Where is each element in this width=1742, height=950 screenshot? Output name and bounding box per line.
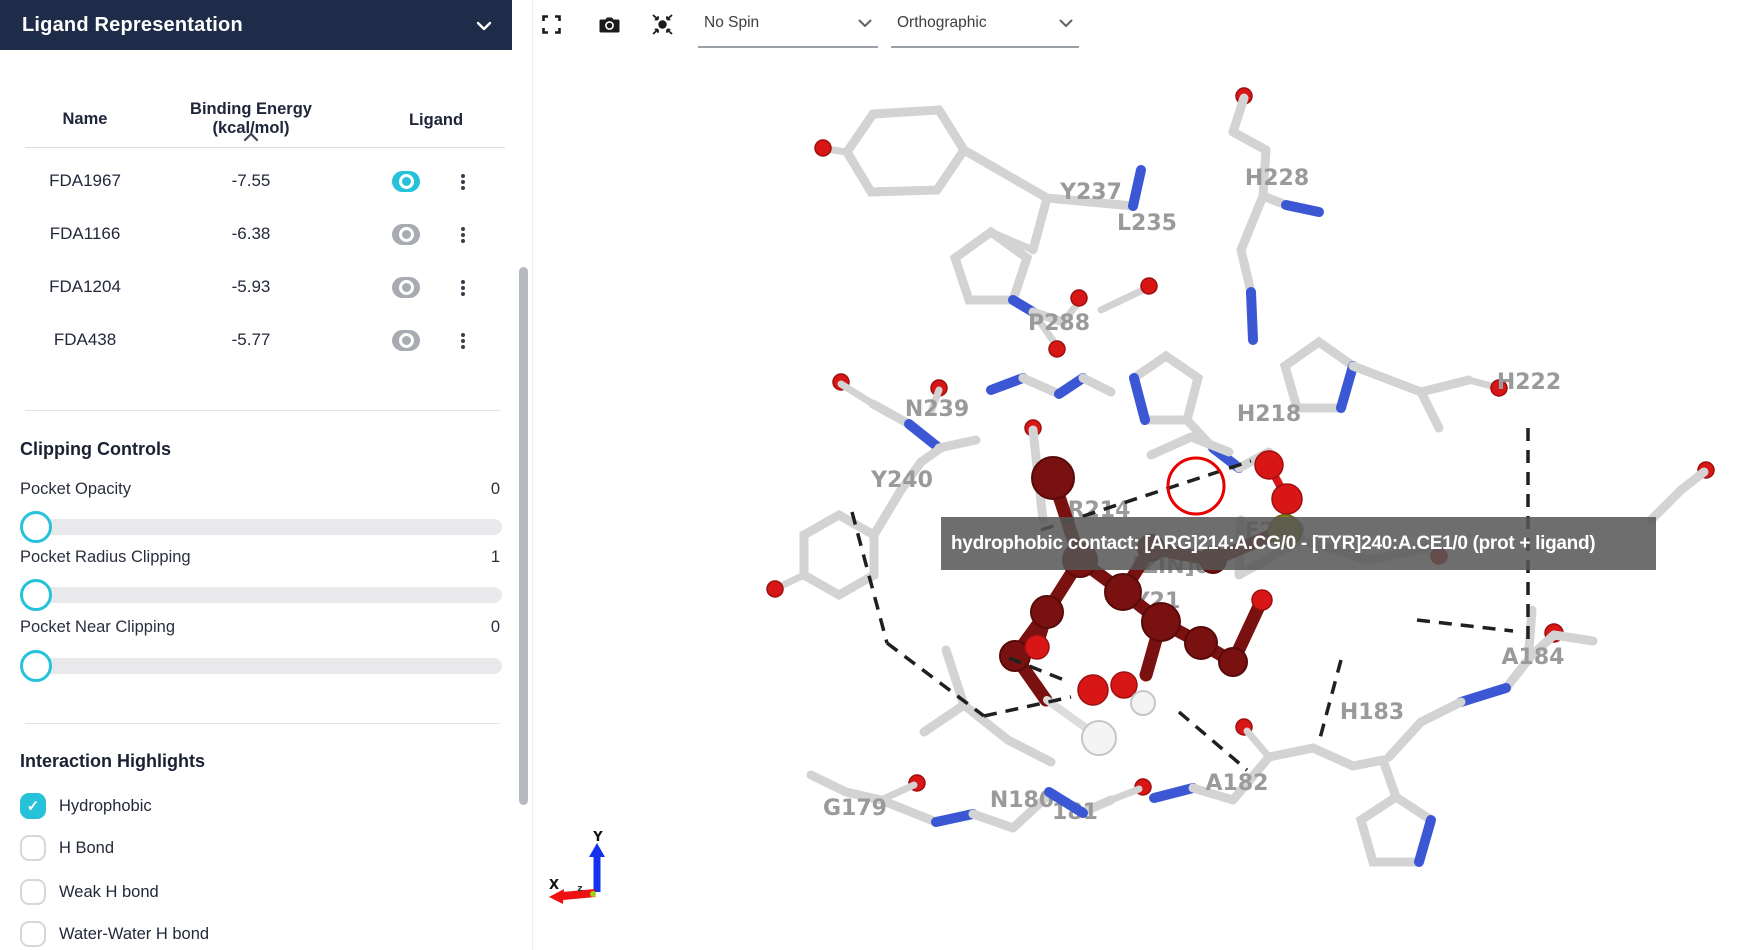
projection-select-value: Orthographic bbox=[897, 14, 987, 32]
residue-label: H218 bbox=[1237, 402, 1301, 427]
pocket-radius-clipping-value: 1 bbox=[440, 548, 500, 567]
column-header-name[interactable]: Name bbox=[20, 110, 150, 129]
row-menu-button[interactable] bbox=[454, 326, 472, 356]
pocket-near-clipping-value: 0 bbox=[440, 618, 500, 637]
water-water-h-bond-option[interactable]: Water-Water H bond bbox=[20, 921, 209, 947]
ligand-visibility-toggle[interactable] bbox=[392, 277, 420, 298]
sidebar-scrollbar[interactable] bbox=[519, 267, 528, 805]
axis-y-label: Y bbox=[592, 830, 603, 845]
center-view-icon bbox=[650, 13, 675, 36]
checkbox-unchecked-icon[interactable] bbox=[20, 835, 46, 861]
checkbox-unchecked-icon[interactable] bbox=[20, 879, 46, 905]
residue-label: A184 bbox=[1502, 645, 1565, 670]
pocket-near-clipping-slider[interactable] bbox=[20, 658, 502, 674]
option-label: Water-Water H bond bbox=[59, 925, 209, 944]
table-header-divider bbox=[25, 147, 505, 148]
axis-x-label: X bbox=[549, 878, 559, 893]
chevron-down-icon bbox=[1059, 19, 1073, 28]
ligand-visibility-toggle[interactable] bbox=[392, 224, 420, 245]
slider-thumb[interactable] bbox=[20, 579, 52, 611]
residue-label: N239 bbox=[905, 397, 969, 422]
pocket-opacity-label: Pocket Opacity bbox=[20, 480, 131, 499]
residue-label: P288 bbox=[1028, 311, 1090, 336]
option-label: H Bond bbox=[59, 839, 114, 858]
eye-icon bbox=[399, 174, 414, 189]
binding-energy-value: -5.77 bbox=[150, 330, 352, 350]
kebab-menu-icon bbox=[461, 233, 465, 237]
residue-label: L235 bbox=[1117, 211, 1177, 236]
projection-select[interactable]: Orthographic bbox=[891, 8, 1079, 48]
weak-h-bond-option[interactable]: Weak H bond bbox=[20, 879, 159, 905]
checkbox-checked-icon[interactable]: ✓ bbox=[20, 793, 46, 819]
column-header-ligand: Ligand bbox=[396, 111, 476, 130]
residue-label: Y240 bbox=[870, 468, 933, 493]
ligand-name: FDA1204 bbox=[20, 277, 150, 297]
row-menu-button[interactable] bbox=[454, 167, 472, 197]
fullscreen-button[interactable] bbox=[536, 10, 566, 38]
section-divider bbox=[25, 410, 500, 411]
residue-label: Y237 bbox=[1059, 180, 1122, 205]
eye-icon bbox=[399, 333, 414, 348]
viewer-toolbar: No Spin Orthographic bbox=[533, 0, 1742, 52]
spin-select[interactable]: No Spin bbox=[698, 8, 878, 48]
checkbox-unchecked-icon[interactable] bbox=[20, 921, 46, 947]
ligand-name: FDA1967 bbox=[20, 171, 150, 191]
camera-icon bbox=[599, 16, 620, 33]
panel-title: Ligand Representation bbox=[22, 14, 243, 37]
binding-energy-value: -7.55 bbox=[150, 171, 352, 191]
slider-thumb[interactable] bbox=[20, 650, 52, 682]
app-root: Ligand Representation Name Binding Energ… bbox=[0, 0, 1742, 950]
sidebar: Ligand Representation Name Binding Energ… bbox=[0, 0, 532, 950]
residue-label: H222 bbox=[1497, 370, 1561, 395]
eye-icon bbox=[399, 227, 414, 242]
ligand-name: FDA438 bbox=[20, 330, 150, 350]
molecule-canvas[interactable]: Y237 L235 H228 P288 N239 H218 H222 Y240 … bbox=[533, 0, 1742, 950]
eye-icon bbox=[399, 280, 414, 295]
molecule-viewer[interactable]: No Spin Orthographic bbox=[532, 0, 1742, 950]
axis-z-label: z bbox=[577, 884, 582, 894]
pocket-opacity-slider[interactable] bbox=[20, 519, 502, 535]
residue-label: H228 bbox=[1245, 166, 1309, 191]
h-bond-option[interactable]: H Bond bbox=[20, 835, 114, 861]
interaction-tooltip: hydrophobic contact: [ARG]214:A.CG/0 - [… bbox=[941, 517, 1656, 570]
row-menu-button[interactable] bbox=[454, 273, 472, 303]
pocket-near-clipping-label: Pocket Near Clipping bbox=[20, 618, 175, 637]
hydrophobic-option[interactable]: ✓ Hydrophobic bbox=[20, 793, 152, 819]
binding-energy-value: -5.93 bbox=[150, 277, 352, 297]
ligand-visibility-toggle[interactable] bbox=[392, 330, 420, 351]
screenshot-button[interactable] bbox=[594, 10, 624, 38]
option-label: Hydrophobic bbox=[59, 797, 152, 816]
row-menu-button[interactable] bbox=[454, 220, 472, 250]
kebab-menu-icon bbox=[461, 180, 465, 184]
residue-label: A182 bbox=[1206, 771, 1269, 796]
pocket-radius-clipping-slider[interactable] bbox=[20, 587, 502, 603]
slider-thumb[interactable] bbox=[20, 511, 52, 543]
axis-gizmo: Y X z bbox=[549, 830, 605, 904]
interaction-highlights-title: Interaction Highlights bbox=[20, 751, 205, 772]
chevron-down-icon bbox=[476, 21, 490, 30]
fullscreen-icon bbox=[542, 15, 561, 34]
spin-select-value: No Spin bbox=[704, 14, 759, 32]
ligand-name: FDA1166 bbox=[20, 224, 150, 244]
residue-label: H183 bbox=[1340, 700, 1404, 725]
option-label: Weak H bond bbox=[59, 883, 159, 902]
binding-energy-value: -6.38 bbox=[150, 224, 352, 244]
clipping-controls-title: Clipping Controls bbox=[20, 439, 171, 460]
ligand-representation-panel-header[interactable]: Ligand Representation bbox=[0, 0, 512, 50]
ligand-visibility-toggle[interactable] bbox=[392, 171, 420, 192]
center-view-button[interactable] bbox=[647, 10, 677, 38]
sort-asc-icon[interactable] bbox=[243, 129, 259, 147]
pocket-opacity-value: 0 bbox=[440, 480, 500, 499]
kebab-menu-icon bbox=[461, 286, 465, 290]
pocket-radius-clipping-label: Pocket Radius Clipping bbox=[20, 548, 191, 567]
kebab-menu-icon bbox=[461, 339, 465, 343]
residue-label: G179 bbox=[823, 796, 887, 821]
section-divider bbox=[25, 723, 500, 724]
chevron-down-icon bbox=[858, 19, 872, 28]
